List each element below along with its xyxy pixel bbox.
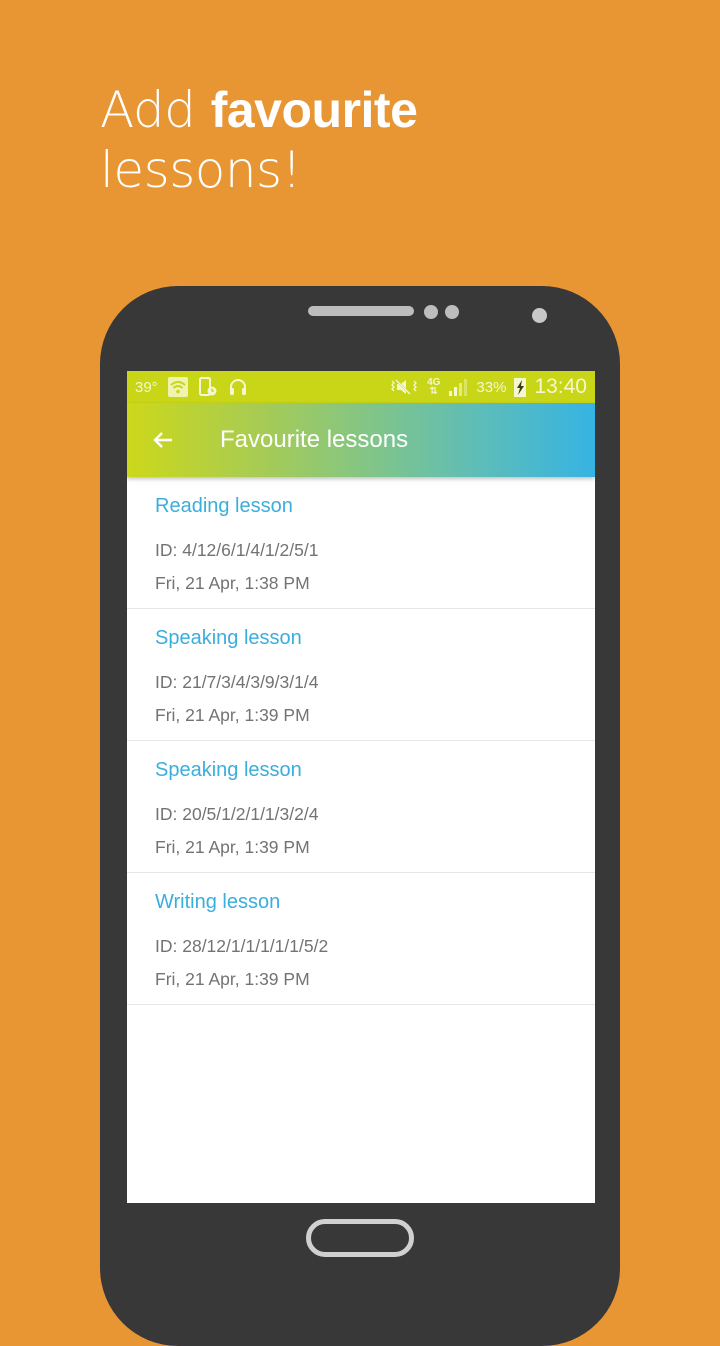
lesson-date: Fri, 21 Apr, 1:38 PM [155, 573, 310, 593]
promo-line-1: Add favourite [100, 80, 418, 140]
signal-icon [448, 378, 468, 396]
promo-light-text: Add [100, 81, 196, 139]
arrow-left-icon [153, 432, 172, 448]
clock-text: 13:40 [534, 375, 587, 398]
promo-headline: Add favourite lessons! [100, 80, 418, 200]
lesson-list-item[interactable]: Speaking lesson ID: 21/7/3/4/3/9/3/1/4 F… [127, 609, 595, 741]
network-4g-icon: 4G ⇅ [427, 377, 441, 397]
lesson-list-item[interactable]: Writing lesson ID: 28/12/1/1/1/1/1/5/2 F… [127, 873, 595, 1005]
lesson-id: ID: 4/12/6/1/4/1/2/5/1 [155, 540, 319, 560]
page-title: Favourite lessons [220, 426, 409, 453]
lesson-id: ID: 20/5/1/2/1/1/3/2/4 [155, 804, 319, 824]
lesson-title: Writing lesson [155, 891, 281, 913]
lesson-list-item[interactable]: Reading lesson ID: 4/12/6/1/4/1/2/5/1 Fr… [127, 477, 595, 609]
phone-sensor [424, 305, 438, 319]
vibrate-mute-icon [389, 377, 419, 397]
phone-speaker [308, 306, 414, 316]
headphones-icon [228, 377, 248, 397]
lesson-title: Speaking lesson [155, 627, 302, 649]
lesson-title: Speaking lesson [155, 759, 302, 781]
lesson-list-item[interactable]: Speaking lesson ID: 20/5/1/2/1/1/3/2/4 F… [127, 741, 595, 873]
wifi-icon [167, 377, 188, 397]
back-button[interactable] [127, 403, 199, 477]
lesson-id: ID: 28/12/1/1/1/1/1/5/2 [155, 936, 329, 956]
lesson-date: Fri, 21 Apr, 1:39 PM [155, 837, 310, 857]
device-schedule-icon [198, 377, 218, 397]
phone-screen: 39° 4G ⇅ 33% 13:40 Favourite lessons Rea… [127, 371, 595, 1203]
temperature-text: 39° [135, 378, 158, 396]
promo-bold-text: favourite [210, 82, 418, 138]
lesson-date: Fri, 21 Apr, 1:39 PM [155, 969, 310, 989]
phone-sensor [445, 305, 459, 319]
phone-camera [532, 308, 547, 323]
lesson-id: ID: 21/7/3/4/3/9/3/1/4 [155, 672, 319, 692]
network-type-label: 4G [427, 377, 441, 388]
lesson-date: Fri, 21 Apr, 1:39 PM [155, 705, 310, 725]
lesson-title: Reading lesson [155, 495, 293, 517]
favourite-lessons-list: Reading lesson ID: 4/12/6/1/4/1/2/5/1 Fr… [127, 477, 595, 1005]
app-bar: Favourite lessons [127, 403, 595, 477]
battery-percentage: 33% [476, 378, 507, 396]
battery-charging-icon [514, 377, 527, 397]
status-bar: 39° 4G ⇅ 33% 13:40 [127, 371, 595, 403]
promo-line-2: lessons! [100, 141, 302, 199]
home-button[interactable] [306, 1219, 414, 1257]
